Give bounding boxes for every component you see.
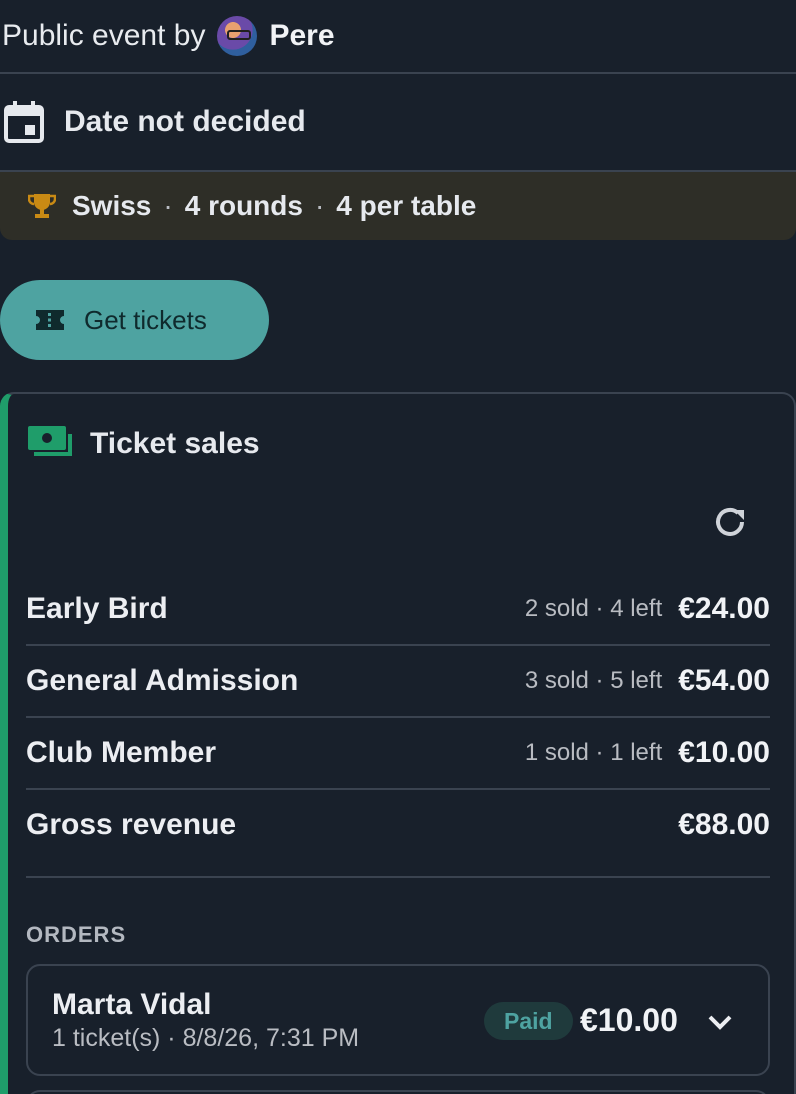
- order-customer-name: Marta Vidal: [52, 988, 212, 1021]
- ticket-icon: [36, 310, 64, 330]
- ticket-type-row: General Admission 3 sold · 5 left €54.00: [26, 646, 770, 718]
- gross-revenue-label: Gross revenue: [26, 808, 237, 841]
- order-item[interactable]: [26, 1090, 770, 1094]
- order-status-badge: Paid: [484, 1002, 573, 1040]
- ticket-sales-header: Ticket sales: [28, 424, 260, 464]
- ticket-type-price: €24.00: [678, 592, 770, 625]
- event-page: Public event by Pere Date not decided Sw…: [0, 0, 796, 1094]
- gross-revenue-row: Gross revenue €88.00: [26, 790, 770, 878]
- format-separator: ·: [163, 190, 173, 221]
- gross-revenue-value: €88.00: [678, 808, 770, 841]
- format-type: Swiss: [72, 190, 152, 221]
- organizer-prefix: Public event by: [2, 19, 206, 52]
- order-item[interactable]: Marta Vidal 1 ticket(s) · 8/8/26, 7:31 P…: [26, 964, 770, 1076]
- format-rounds: 4 rounds: [184, 190, 303, 221]
- ticket-type-stock: 3 sold · 5 left: [524, 667, 663, 694]
- chevron-down-icon[interactable]: [704, 1008, 736, 1036]
- ticket-type-row: Early Bird 2 sold · 4 left €24.00: [26, 574, 770, 646]
- ticket-type-name: Early Bird: [26, 592, 168, 625]
- ticket-type-row: Club Member 1 sold · 1 left €10.00: [26, 718, 770, 790]
- avatar[interactable]: [217, 16, 258, 56]
- order-amount: €10.00: [580, 1002, 678, 1038]
- organizer-name[interactable]: Pere: [269, 19, 334, 53]
- event-date: Date not decided: [64, 105, 306, 138]
- orders-heading: ORDERS: [26, 922, 127, 947]
- ticket-type-price: €54.00: [678, 664, 770, 697]
- calendar-icon: [4, 101, 44, 143]
- order-details: 1 ticket(s) · 8/8/26, 7:31 PM: [52, 1024, 360, 1052]
- event-date-row: Date not decided: [0, 74, 796, 172]
- get-tickets-label: Get tickets: [84, 304, 207, 335]
- format-per-table: 4 per table: [336, 190, 477, 221]
- refresh-icon[interactable]: [710, 502, 750, 542]
- ticket-sales-card: Ticket sales Early Bird 2 sold · 4 left …: [0, 392, 796, 1094]
- ticket-type-price: €10.00: [678, 736, 770, 769]
- organizer-row: Public event by Pere: [0, 0, 796, 74]
- trophy-icon: [28, 194, 56, 218]
- tournament-format-bar: Swiss · 4 rounds · 4 per table: [0, 172, 796, 240]
- ticket-type-stock: 2 sold · 4 left: [524, 595, 663, 622]
- get-tickets-button[interactable]: Get tickets: [0, 280, 269, 360]
- format-separator: ·: [314, 190, 325, 221]
- money-icon: [28, 426, 72, 456]
- ticket-type-name: General Admission: [26, 664, 299, 697]
- ticket-type-stock: 1 sold · 1 left: [524, 739, 663, 766]
- ticket-type-name: Club Member: [26, 736, 217, 769]
- ticket-sales-title: Ticket sales: [90, 427, 260, 460]
